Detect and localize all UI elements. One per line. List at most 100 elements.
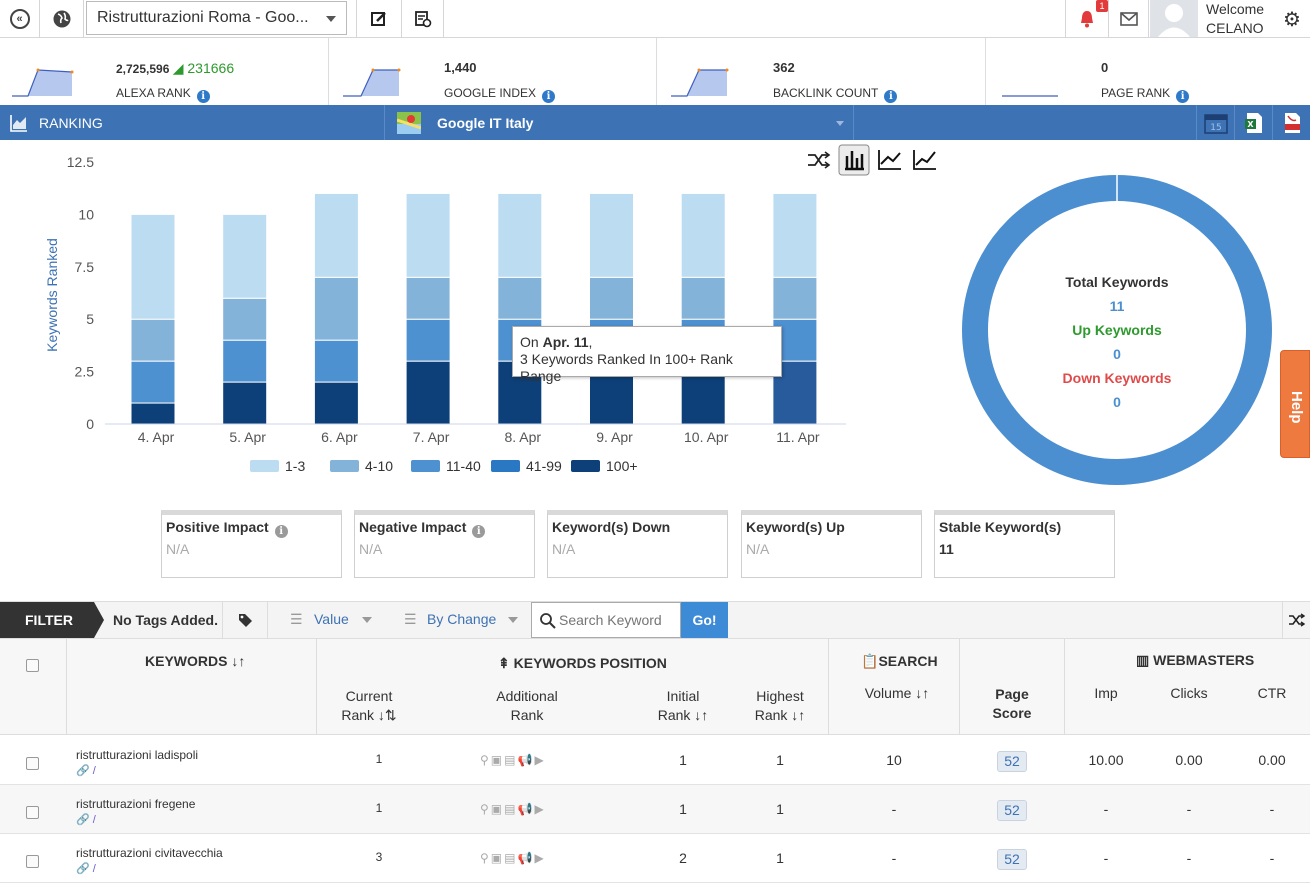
- bar-segment-11-40[interactable]: [405, 318, 451, 362]
- legend-swatch[interactable]: [411, 460, 440, 472]
- legend-swatch[interactable]: [571, 460, 600, 472]
- legend-label[interactable]: 1-3: [285, 458, 305, 474]
- info-icon[interactable]: i: [472, 525, 486, 538]
- bar-segment-11-40[interactable]: [222, 339, 268, 383]
- gear-icon[interactable]: ⚙: [1280, 7, 1304, 31]
- bar-segment-1-3[interactable]: [772, 192, 818, 278]
- edit-button[interactable]: [356, 0, 402, 37]
- bar-segment-100+[interactable]: [405, 360, 451, 425]
- row-checkbox[interactable]: [26, 855, 39, 868]
- value-dropdown[interactable]: ☰ Value: [280, 602, 382, 638]
- bar-segment-11-40[interactable]: [130, 360, 176, 404]
- keyword-link[interactable]: 🔗 /: [76, 813, 96, 826]
- keyword-text[interactable]: ristrutturazioni fregene: [76, 797, 195, 811]
- bar-chart-icon[interactable]: [838, 144, 870, 176]
- legend-swatch[interactable]: [491, 460, 520, 472]
- info-icon[interactable]: i: [1176, 90, 1190, 103]
- excel-icon: X: [1244, 112, 1262, 133]
- legend-swatch[interactable]: [330, 460, 359, 472]
- avatar[interactable]: [1150, 0, 1198, 37]
- info-icon[interactable]: i: [542, 90, 556, 103]
- bar-segment-4-10[interactable]: [772, 276, 818, 320]
- bar-segment-1-3[interactable]: [405, 192, 451, 278]
- initial-rank-header[interactable]: Initial Rank ↓↑: [646, 687, 720, 725]
- metric-page-rank: 0 PAGE RANK i: [986, 38, 1310, 105]
- help-tab[interactable]: Help: [1280, 350, 1310, 458]
- bar-segment-4-10[interactable]: [222, 297, 268, 341]
- change-dropdown[interactable]: ☰ By Change: [394, 602, 524, 638]
- back-button[interactable]: «: [0, 0, 40, 37]
- ranking-title: RANKING: [39, 115, 103, 131]
- keyword-text[interactable]: ristrutturazioni civitavecchia: [76, 846, 223, 860]
- keywords-column-header[interactable]: KEYWORDS ↓↑: [145, 653, 245, 669]
- keyword-search-input[interactable]: [559, 609, 679, 631]
- search-engine-select[interactable]: Google IT Italy: [384, 105, 854, 140]
- bar-segment-1-3[interactable]: [497, 192, 543, 278]
- tag-button[interactable]: [222, 602, 268, 638]
- bar-segment-4-10[interactable]: [497, 276, 543, 320]
- bar-segment-4-10[interactable]: [405, 276, 451, 320]
- bar-segment-1-3[interactable]: [313, 192, 359, 278]
- go-button[interactable]: Go!: [681, 602, 728, 638]
- imp-header: Imp: [1094, 685, 1118, 701]
- ctr-header: CTR: [1257, 685, 1287, 701]
- volume-header[interactable]: Volume ↓↑: [852, 685, 942, 701]
- page-score-badge[interactable]: 52: [997, 800, 1027, 821]
- filter-label[interactable]: FILTER: [0, 602, 94, 638]
- globe-button[interactable]: [40, 0, 84, 37]
- notifications-button[interactable]: 1: [1065, 0, 1109, 37]
- row-checkbox[interactable]: [26, 806, 39, 819]
- current-rank-header[interactable]: Current Rank ↓⇅: [330, 687, 408, 725]
- legend-label[interactable]: 4-10: [365, 458, 393, 474]
- stable-keywords-title: Stable Keyword(s): [939, 519, 1062, 535]
- bar-segment-1-3[interactable]: [589, 192, 634, 278]
- line-chart-icon[interactable]: [878, 150, 901, 170]
- legend-label[interactable]: 100+: [606, 458, 638, 474]
- table-row[interactable]: ristrutturazioni ladispoli 🔗 / 1 ⚲▣▤📢▶ 1 1 10 5…: [0, 736, 1310, 785]
- bar-segment-4-10[interactable]: [680, 276, 726, 320]
- report-button[interactable]: [402, 0, 444, 37]
- image-icon: ▣: [490, 753, 505, 767]
- select-all-checkbox[interactable]: [26, 659, 39, 672]
- bar-segment-100+[interactable]: [313, 381, 359, 425]
- bar-segment-100+[interactable]: [130, 402, 176, 425]
- table-row[interactable]: ristrutturazioni fregene 🔗 / 1 ⚲▣▤📢▶ 1 1 - 52 - -…: [0, 785, 1310, 834]
- messages-button[interactable]: [1109, 0, 1149, 37]
- excel-export-button[interactable]: X: [1234, 105, 1272, 140]
- bar-segment-4-10[interactable]: [589, 276, 634, 320]
- bar-segment-11-40[interactable]: [313, 339, 359, 383]
- chevron-down-icon: [362, 617, 372, 623]
- info-icon[interactable]: i: [274, 525, 288, 538]
- info-icon[interactable]: i: [884, 90, 898, 103]
- row-checkbox[interactable]: [26, 757, 39, 770]
- legend-swatch[interactable]: [250, 460, 279, 472]
- table-row[interactable]: ristrutturazioni civitavecchia 🔗 / 3 ⚲▣▤📢▶ 2…: [0, 834, 1310, 883]
- page-score-badge[interactable]: 52: [997, 751, 1027, 772]
- bar-segment-1-3[interactable]: [680, 192, 726, 278]
- keyword-link[interactable]: 🔗 /: [76, 764, 96, 777]
- project-select[interactable]: Ristrutturazioni Roma - Goo...: [86, 1, 347, 35]
- shuffle-button[interactable]: [1282, 602, 1310, 638]
- bar-segment-4-10[interactable]: [130, 318, 176, 362]
- page-score-badge[interactable]: 52: [997, 849, 1027, 870]
- table-header: KEYWORDS ↓↑ ⇞ KEYWORDS POSITION Current R…: [0, 639, 1310, 735]
- legend-label[interactable]: 11-40: [446, 458, 481, 474]
- bar-segment-1-3[interactable]: [222, 213, 268, 299]
- pdf-export-button[interactable]: [1272, 105, 1310, 140]
- highest-rank-label-2: Rank: [754, 707, 788, 723]
- highest-rank-header[interactable]: Highest Rank ↓↑: [742, 687, 818, 725]
- metric-google-index: 1,440 GOOGLE INDEX i: [329, 38, 657, 105]
- area-chart-icon[interactable]: [913, 150, 936, 170]
- bar-segment-1-3[interactable]: [130, 213, 176, 320]
- keyword-link[interactable]: 🔗 /: [76, 862, 96, 875]
- bar-segment-100+[interactable]: [222, 381, 268, 425]
- calendar-button[interactable]: 15: [1196, 105, 1234, 140]
- keyword-text[interactable]: ristrutturazioni ladispoli: [76, 748, 198, 762]
- map-pin-icon: ⚲: [480, 802, 491, 816]
- legend-label[interactable]: 41-99: [526, 458, 562, 474]
- keywords-down-box: Keyword(s) Down N/A: [547, 510, 728, 578]
- shuffle-icon[interactable]: [808, 151, 831, 169]
- x-tick-label: 10. Apr: [684, 429, 729, 445]
- info-icon[interactable]: i: [196, 90, 210, 103]
- bar-segment-4-10[interactable]: [313, 276, 359, 341]
